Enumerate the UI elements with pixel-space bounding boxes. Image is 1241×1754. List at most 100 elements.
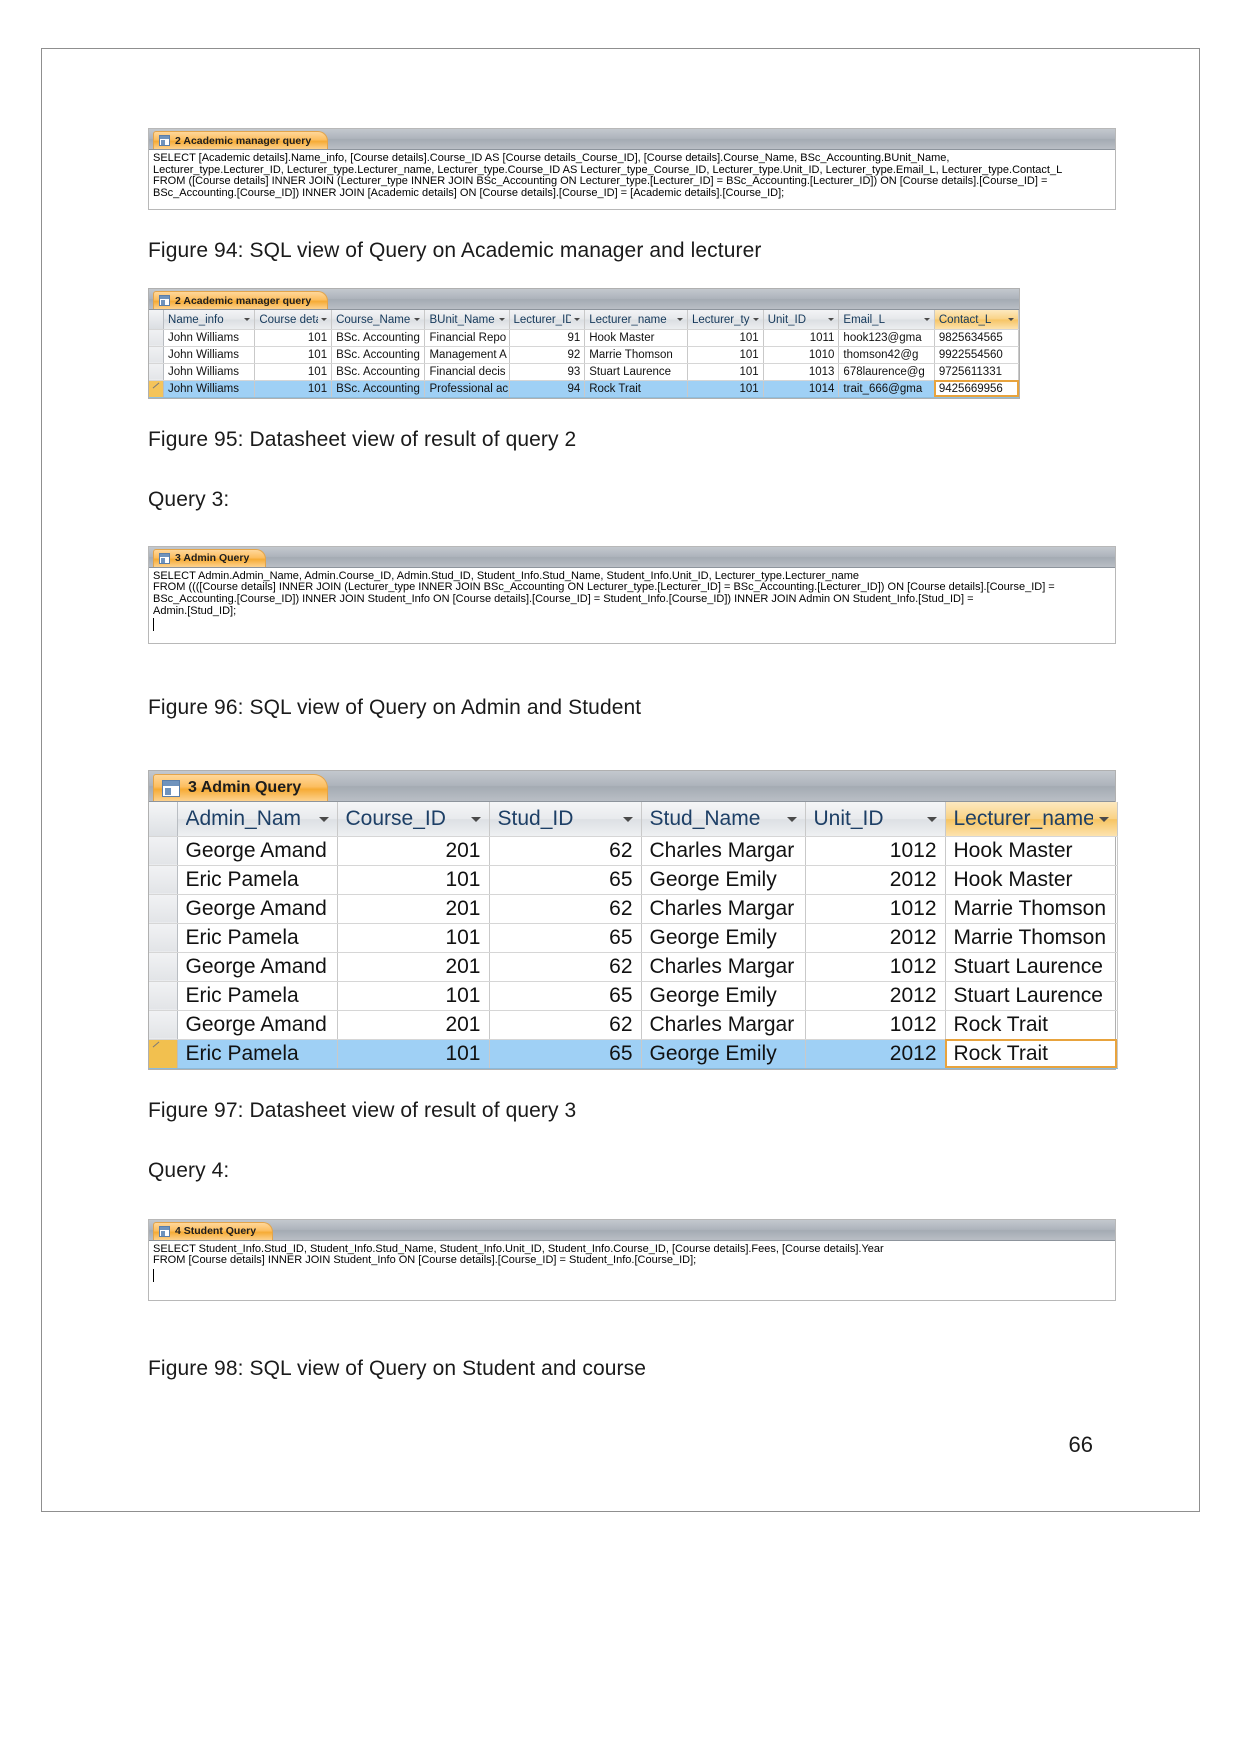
cell-stud-name[interactable]: Charles Margar — [641, 836, 806, 866]
row-selector-current[interactable] — [149, 1039, 178, 1069]
table-row[interactable]: George Amand 201 62 Charles Margar 1012 … — [149, 952, 1118, 982]
cell-stud-id[interactable]: 65 — [489, 865, 642, 895]
chevron-down-icon[interactable] — [1008, 318, 1014, 322]
cell-unit-id[interactable]: 1010 — [763, 346, 840, 364]
cell-stud-id[interactable]: 62 — [489, 952, 642, 982]
cell-bunit-name[interactable]: Professional ac — [424, 380, 510, 398]
table-row[interactable]: Eric Pamela 101 65 George Emily 2012 Mar… — [149, 923, 1118, 953]
cell-lecturer-name[interactable]: Hook Master — [945, 865, 1118, 895]
cell-lecturer-id[interactable]: 92 — [509, 346, 586, 364]
cell-admin-name[interactable]: George Amand — [177, 894, 338, 924]
tab-admin-query-sql[interactable]: 3 Admin Query — [153, 548, 267, 567]
row-selector[interactable] — [149, 923, 178, 953]
cell-unit-id[interactable]: 1012 — [805, 894, 946, 924]
cell-lecturer-name[interactable]: Hook Master — [584, 329, 688, 347]
cell-lecturer-id[interactable]: 91 — [509, 329, 586, 347]
column-header-unit-id[interactable]: Unit_ID — [805, 802, 946, 837]
cell-lecturer-id[interactable]: 94 — [509, 380, 586, 398]
tab-academic-manager-query-datasheet[interactable]: 2 Academic manager query — [153, 291, 329, 310]
cell-lecturer-type-course-id[interactable]: 101 — [687, 329, 764, 347]
cell-lecturer-type-course-id[interactable]: 101 — [687, 346, 764, 364]
sql-text-area-fig96[interactable]: SELECT Admin.Admin_Name, Admin.Course_ID… — [149, 567, 1115, 643]
table-row-selected[interactable]: John Williams 101 BSc. Accounting Profes… — [149, 380, 1020, 398]
chevron-down-icon[interactable] — [676, 318, 683, 322]
chevron-down-icon[interactable] — [498, 318, 505, 322]
sql-text-area-fig94[interactable]: SELECT [Academic details].Name_info, [Co… — [149, 150, 1115, 209]
cell-contact-l-focused[interactable]: 9425669956 — [934, 380, 1020, 398]
cell-lecturer-type-course-id[interactable]: 101 — [687, 363, 764, 381]
cell-email-l[interactable]: hook123@gma — [838, 329, 935, 347]
chevron-down-icon[interactable] — [828, 318, 835, 322]
sql-text-area-fig98[interactable]: SELECT Student_Info.Stud_ID, Student_Inf… — [149, 1240, 1115, 1300]
tab-academic-manager-query-sql[interactable]: 2 Academic manager query — [153, 131, 329, 149]
cell-unit-id[interactable]: 2012 — [805, 1039, 946, 1069]
chevron-down-icon[interactable] — [470, 816, 481, 822]
table-row[interactable]: John Williams 101 BSc. Accounting Financ… — [149, 363, 1020, 381]
cell-lecturer-name-focused[interactable]: Rock Trait — [945, 1039, 1118, 1069]
cell-unit-id[interactable]: 2012 — [805, 923, 946, 953]
table-row[interactable]: John Williams 101 BSc. Accounting Financ… — [149, 329, 1020, 347]
row-selector[interactable] — [149, 836, 178, 866]
column-header-bunit-name[interactable]: BUnit_Name — [424, 310, 510, 330]
cell-course-id[interactable]: 101 — [254, 346, 333, 364]
cell-course-id[interactable]: 201 — [337, 952, 490, 982]
cell-admin-name[interactable]: George Amand — [177, 1010, 338, 1040]
cell-unit-id[interactable]: 1014 — [763, 380, 840, 398]
cell-course-id[interactable]: 101 — [337, 865, 490, 895]
chevron-down-icon[interactable] — [1098, 816, 1109, 822]
row-selector[interactable] — [149, 1010, 178, 1040]
column-header-course-id[interactable]: Course_ID — [337, 802, 490, 837]
cell-name-info[interactable]: John Williams — [163, 380, 256, 398]
table-row[interactable]: George Amand 201 62 Charles Margar 1012 … — [149, 894, 1118, 924]
select-all-corner[interactable] — [149, 310, 164, 330]
cell-lecturer-name[interactable]: Marrie Thomson — [945, 894, 1118, 924]
cell-stud-name[interactable]: George Emily — [641, 865, 806, 895]
column-header-stud-name[interactable]: Stud_Name — [641, 802, 806, 837]
cell-course-id[interactable]: 101 — [254, 329, 333, 347]
cell-admin-name[interactable]: Eric Pamela — [177, 865, 338, 895]
cell-contact-l[interactable]: 9725611331 — [934, 363, 1020, 381]
column-header-stud-id[interactable]: Stud_ID — [489, 802, 642, 837]
cell-stud-name[interactable]: Charles Margar — [641, 1010, 806, 1040]
cell-bunit-name[interactable]: Financial decis — [424, 363, 510, 381]
row-selector[interactable] — [149, 952, 178, 982]
cell-bunit-name[interactable]: Management A — [424, 346, 510, 364]
cell-lecturer-name[interactable]: Rock Trait — [584, 380, 688, 398]
cell-lecturer-name[interactable]: Stuart Laurence — [945, 952, 1118, 982]
table-row[interactable]: John Williams 101 BSc. Accounting Manage… — [149, 346, 1020, 364]
cell-contact-l[interactable]: 9922554560 — [934, 346, 1020, 364]
cell-course-id[interactable]: 101 — [337, 1039, 490, 1069]
cell-contact-l[interactable]: 9825634565 — [934, 329, 1020, 347]
cell-stud-id[interactable]: 65 — [489, 1039, 642, 1069]
cell-bunit-name[interactable]: Financial Repo — [424, 329, 510, 347]
cell-lecturer-name[interactable]: Stuart Laurence — [945, 981, 1118, 1011]
cell-course-id[interactable]: 201 — [337, 894, 490, 924]
table-row-selected[interactable]: Eric Pamela 101 65 George Emily 2012 Roc… — [149, 1039, 1118, 1069]
cell-admin-name[interactable]: Eric Pamela — [177, 923, 338, 953]
cell-course-id[interactable]: 201 — [337, 1010, 490, 1040]
chevron-down-icon[interactable] — [318, 816, 329, 822]
cell-admin-name[interactable]: Eric Pamela — [177, 981, 338, 1011]
cell-stud-id[interactable]: 65 — [489, 923, 642, 953]
column-header-admin-nam[interactable]: Admin_Nam — [177, 802, 338, 837]
select-all-corner[interactable] — [149, 802, 178, 837]
cell-name-info[interactable]: John Williams — [163, 329, 256, 347]
cell-unit-id[interactable]: 1013 — [763, 363, 840, 381]
chevron-down-icon[interactable] — [574, 318, 581, 322]
row-selector[interactable] — [149, 865, 178, 895]
cell-stud-name[interactable]: Charles Margar — [641, 952, 806, 982]
chevron-down-icon[interactable] — [923, 318, 930, 322]
column-header-lecturer-name[interactable]: Lecturer_name — [584, 310, 688, 330]
column-header-name-info[interactable]: Name_info — [163, 310, 256, 330]
column-header-lecturer-name[interactable]: Lecturer_name — [945, 802, 1118, 837]
column-header-unit-id[interactable]: Unit_ID — [763, 310, 840, 330]
cell-admin-name[interactable]: George Amand — [177, 836, 338, 866]
table-row[interactable]: George Amand 201 62 Charles Margar 1012 … — [149, 836, 1118, 866]
table-row[interactable]: George Amand 201 62 Charles Margar 1012 … — [149, 1010, 1118, 1040]
row-selector[interactable] — [149, 329, 164, 347]
table-row[interactable]: Eric Pamela 101 65 George Emily 2012 Hoo… — [149, 865, 1118, 895]
row-selector[interactable] — [149, 346, 164, 364]
chevron-down-icon[interactable] — [414, 318, 421, 322]
cell-lecturer-type-course-id[interactable]: 101 — [687, 380, 764, 398]
cell-email-l[interactable]: trait_666@gma — [838, 380, 935, 398]
